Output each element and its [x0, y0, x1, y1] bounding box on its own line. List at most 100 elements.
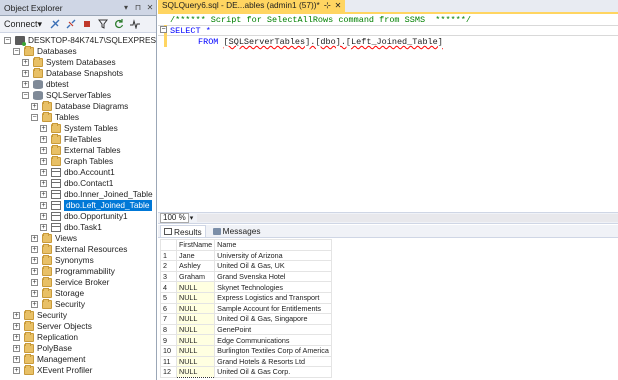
- expand-icon[interactable]: +: [40, 169, 47, 176]
- expand-icon[interactable]: +: [13, 345, 20, 352]
- close-icon[interactable]: ✕: [335, 1, 342, 10]
- row-number[interactable]: 6: [160, 302, 177, 315]
- activity-icon[interactable]: [129, 18, 141, 30]
- tab-sqlquery6[interactable]: SQLQuery6.sql - DE...ables (admin1 (57))…: [158, 0, 346, 12]
- disconnect-icon[interactable]: [65, 18, 77, 30]
- table-row[interactable]: 7 NULL United Oil & Gas, Singapore: [160, 313, 332, 325]
- expand-icon[interactable]: +: [40, 224, 47, 231]
- tab-messages[interactable]: Messages: [210, 225, 264, 237]
- tree-node[interactable]: + Replication: [0, 332, 156, 343]
- cell-firstname[interactable]: NULL: [175, 313, 216, 325]
- pin-icon[interactable]: ⊹: [324, 0, 331, 10]
- cell-firstname[interactable]: Ashley: [175, 260, 216, 272]
- row-number[interactable]: 4: [160, 281, 177, 293]
- table-row[interactable]: 4 NULL Skynet Technologies: [160, 281, 332, 293]
- tree-node[interactable]: + Management: [0, 354, 156, 365]
- expand-icon[interactable]: +: [31, 257, 38, 264]
- table-row[interactable]: 2 Ashley United Oil & Gas, UK: [160, 260, 332, 272]
- tree-node[interactable]: + Security: [0, 299, 156, 310]
- row-number[interactable]: 9: [160, 334, 177, 346]
- tree-node[interactable]: + Security: [0, 310, 156, 321]
- table-row[interactable]: 12 NULL United Oil & Gas Corp.: [160, 366, 332, 378]
- cell-firstname[interactable]: Graham: [175, 270, 216, 283]
- row-number[interactable]: 2: [160, 260, 177, 272]
- row-number[interactable]: 3: [160, 270, 177, 283]
- cell-firstname[interactable]: NULL: [175, 334, 216, 346]
- cell-name[interactable]: University of Arizona: [214, 249, 332, 262]
- row-number[interactable]: 10: [160, 344, 177, 357]
- grid-header-firstname[interactable]: FirstName: [175, 239, 216, 251]
- row-number[interactable]: 5: [160, 291, 177, 304]
- collapse-icon[interactable]: −: [31, 114, 38, 121]
- row-number[interactable]: 1: [160, 249, 177, 262]
- cell-firstname[interactable]: NULL: [175, 344, 216, 357]
- tree-node[interactable]: + dbtest: [0, 79, 156, 90]
- sql-editor[interactable]: − /****** Script for SelectAllRows comma…: [158, 14, 618, 212]
- tree-node[interactable]: + Database Snapshots: [0, 68, 156, 79]
- row-number[interactable]: 7: [160, 313, 177, 325]
- tree-node[interactable]: + FileTables: [0, 134, 156, 145]
- stop-icon[interactable]: [81, 18, 93, 30]
- tab-results[interactable]: Results: [160, 225, 206, 237]
- tree-node[interactable]: + Graph Tables: [0, 156, 156, 167]
- expand-icon[interactable]: +: [13, 312, 20, 319]
- cell-name[interactable]: United Oil & Gas, UK: [214, 260, 332, 272]
- cell-name[interactable]: United Oil & Gas, Singapore: [214, 313, 332, 325]
- expand-icon[interactable]: +: [40, 191, 47, 198]
- collapse-icon[interactable]: −: [22, 92, 29, 99]
- expand-icon[interactable]: +: [13, 323, 20, 330]
- zoom-select[interactable]: 100 %: [160, 213, 189, 223]
- cell-name[interactable]: Burlington Textiles Corp of America: [214, 344, 332, 357]
- dropdown-icon[interactable]: ▾: [120, 3, 132, 12]
- cell-firstname[interactable]: NULL: [175, 281, 216, 293]
- expand-icon[interactable]: +: [13, 334, 20, 341]
- tree-node[interactable]: + Server Objects: [0, 321, 156, 332]
- row-number[interactable]: 12: [160, 366, 177, 378]
- tree-node[interactable]: + System Tables: [0, 123, 156, 134]
- close-icon[interactable]: ✕: [144, 3, 156, 12]
- tree-node[interactable]: + dbo.Inner_Joined_Table: [0, 189, 156, 200]
- expand-icon[interactable]: +: [40, 180, 47, 187]
- expand-icon[interactable]: +: [13, 356, 20, 363]
- grid-header-rownum[interactable]: [160, 239, 177, 251]
- tree-node[interactable]: + Service Broker: [0, 277, 156, 288]
- expand-icon[interactable]: +: [40, 147, 47, 154]
- table-row[interactable]: 8 NULL GenePoint: [160, 323, 332, 336]
- cell-name[interactable]: Grand Hotels & Resorts Ltd: [214, 355, 332, 368]
- tree-node[interactable]: + PolyBase: [0, 343, 156, 354]
- collapse-icon[interactable]: −: [160, 26, 167, 33]
- table-row[interactable]: 5 NULL Express Logistics and Transport: [160, 291, 332, 304]
- expand-icon[interactable]: +: [31, 301, 38, 308]
- tree-node[interactable]: − Databases: [0, 46, 156, 57]
- expand-icon[interactable]: +: [13, 367, 20, 374]
- expand-icon[interactable]: +: [40, 213, 47, 220]
- tree-node[interactable]: + Database Diagrams: [0, 101, 156, 112]
- expand-icon[interactable]: +: [31, 246, 38, 253]
- connect-icon[interactable]: [49, 18, 61, 30]
- tree-node[interactable]: + Views: [0, 233, 156, 244]
- expand-icon[interactable]: +: [40, 136, 47, 143]
- cell-name[interactable]: Skynet Technologies: [214, 281, 332, 293]
- tree-node[interactable]: + dbo.Account1: [0, 167, 156, 178]
- expand-icon[interactable]: +: [31, 103, 38, 110]
- chevron-down-icon[interactable]: ▾: [190, 214, 194, 222]
- cell-firstname[interactable]: NULL: [175, 323, 216, 336]
- cell-name[interactable]: GenePoint: [214, 323, 332, 336]
- cell-name[interactable]: United Oil & Gas Corp.: [214, 366, 332, 378]
- cell-firstname[interactable]: NULL: [175, 302, 216, 315]
- expand-icon[interactable]: +: [22, 81, 29, 88]
- object-tree[interactable]: − DESKTOP-84K74L7\SQLEXPRESS (SQL Se − Data…: [0, 35, 156, 380]
- row-number[interactable]: 11: [160, 355, 177, 368]
- expand-icon[interactable]: +: [22, 70, 29, 77]
- results-grid[interactable]: FirstName Name 1 Jane University of Arizon…: [160, 239, 332, 378]
- tree-node[interactable]: + Synonyms: [0, 255, 156, 266]
- tree-node[interactable]: − SQLServerTables: [0, 90, 156, 101]
- table-row[interactable]: 3 Graham Grand Svenska Hotel: [160, 270, 332, 283]
- tree-node[interactable]: + Programmability: [0, 266, 156, 277]
- tree-node[interactable]: + dbo.Task1: [0, 222, 156, 233]
- expand-icon[interactable]: +: [40, 202, 47, 209]
- table-row[interactable]: 1 Jane University of Arizona: [160, 249, 332, 262]
- table-row[interactable]: 6 NULL Sample Account for Entitlements: [160, 302, 332, 315]
- grid-header-name[interactable]: Name: [214, 239, 332, 251]
- cell-firstname[interactable]: NULL: [175, 366, 216, 378]
